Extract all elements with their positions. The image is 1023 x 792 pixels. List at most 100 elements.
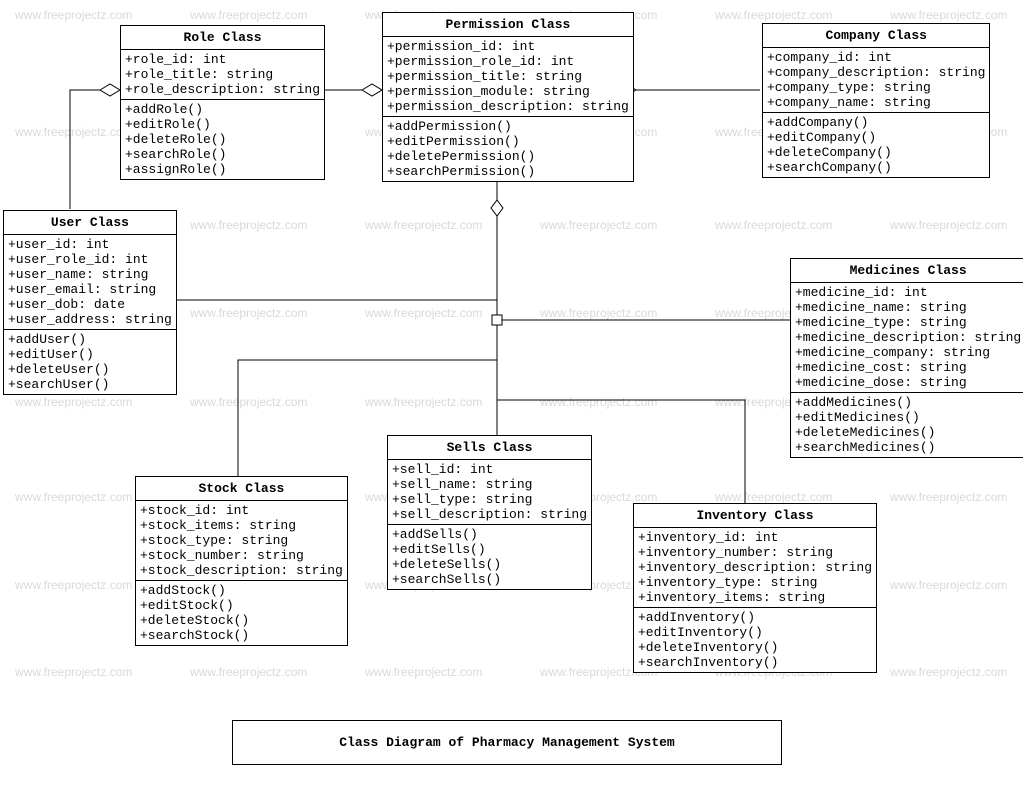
class-sells: Sells Class +sell_id: int +sell_name: st… [387, 435, 592, 590]
watermark-text: www.freeprojectz.com [890, 578, 1007, 592]
attr: +medicine_cost: string [795, 360, 1021, 375]
method: +deleteSells() [392, 557, 587, 572]
method: +searchPermission() [387, 164, 629, 179]
watermark-text: www.freeprojectz.com [715, 218, 832, 232]
attr: +permission_title: string [387, 69, 629, 84]
attrs: +company_id: int +company_description: s… [763, 48, 989, 113]
method: +deleteUser() [8, 362, 172, 377]
watermark-text: www.freeprojectz.com [190, 8, 307, 22]
attr: +stock_type: string [140, 533, 343, 548]
diagram-caption: Class Diagram of Pharmacy Management Sys… [232, 720, 782, 765]
attrs: +medicine_id: int +medicine_name: string… [791, 283, 1023, 393]
watermark-text: www.freeprojectz.com [15, 125, 132, 139]
watermark-text: www.freeprojectz.com [365, 306, 482, 320]
watermark-text: www.freeprojectz.com [190, 218, 307, 232]
attr: +medicine_company: string [795, 345, 1021, 360]
class-medicines: Medicines Class +medicine_id: int +medic… [790, 258, 1023, 458]
method: +addInventory() [638, 610, 872, 625]
class-title: Medicines Class [791, 259, 1023, 283]
method: +searchCompany() [767, 160, 985, 175]
attr: +sell_description: string [392, 507, 587, 522]
caption-text: Class Diagram of Pharmacy Management Sys… [339, 735, 674, 750]
attr: +inventory_id: int [638, 530, 872, 545]
attr: +user_role_id: int [8, 252, 172, 267]
methods: +addMedicines() +editMedicines() +delete… [791, 393, 1023, 457]
watermark-text: www.freeprojectz.com [540, 306, 657, 320]
methods: +addSells() +editSells() +deleteSells() … [388, 525, 591, 589]
method: +deleteRole() [125, 132, 320, 147]
watermark-text: www.freeprojectz.com [890, 8, 1007, 22]
method: +editInventory() [638, 625, 872, 640]
method: +addCompany() [767, 115, 985, 130]
method: +deleteMedicines() [795, 425, 1021, 440]
attrs: +stock_id: int +stock_items: string +sto… [136, 501, 347, 581]
watermark-text: www.freeprojectz.com [365, 218, 482, 232]
watermark-text: www.freeprojectz.com [15, 665, 132, 679]
watermark-text: www.freeprojectz.com [890, 665, 1007, 679]
attr: +role_description: string [125, 82, 320, 97]
method: +editStock() [140, 598, 343, 613]
attr: +company_name: string [767, 95, 985, 110]
method: +deletePermission() [387, 149, 629, 164]
class-stock: Stock Class +stock_id: int +stock_items:… [135, 476, 348, 646]
watermark-text: www.freeprojectz.com [540, 395, 657, 409]
watermark-text: www.freeprojectz.com [715, 490, 832, 504]
attr: +user_dob: date [8, 297, 172, 312]
watermark-text: www.freeprojectz.com [715, 8, 832, 22]
method: +deleteInventory() [638, 640, 872, 655]
method: +editMedicines() [795, 410, 1021, 425]
attr: +permission_role_id: int [387, 54, 629, 69]
method: +assignRole() [125, 162, 320, 177]
method: +editPermission() [387, 134, 629, 149]
methods: +addStock() +editStock() +deleteStock() … [136, 581, 347, 645]
method: +addStock() [140, 583, 343, 598]
attr: +medicine_type: string [795, 315, 1021, 330]
watermark-text: www.freeprojectz.com [190, 395, 307, 409]
method: +addUser() [8, 332, 172, 347]
attr: +inventory_items: string [638, 590, 872, 605]
class-role: Role Class +role_id: int +role_title: st… [120, 25, 325, 180]
method: +editCompany() [767, 130, 985, 145]
method: +searchSells() [392, 572, 587, 587]
attr: +stock_number: string [140, 548, 343, 563]
attr: +user_name: string [8, 267, 172, 282]
attrs: +role_id: int +role_title: string +role_… [121, 50, 324, 100]
attr: +medicine_id: int [795, 285, 1021, 300]
watermark-text: www.freeprojectz.com [540, 218, 657, 232]
methods: +addPermission() +editPermission() +dele… [383, 117, 633, 181]
method: +addPermission() [387, 119, 629, 134]
attr: +user_email: string [8, 282, 172, 297]
attrs: +user_id: int +user_role_id: int +user_n… [4, 235, 176, 330]
attr: +medicine_description: string [795, 330, 1021, 345]
class-company: Company Class +company_id: int +company_… [762, 23, 990, 178]
class-user: User Class +user_id: int +user_role_id: … [3, 210, 177, 395]
class-title: Company Class [763, 24, 989, 48]
class-title: Sells Class [388, 436, 591, 460]
attr: +user_address: string [8, 312, 172, 327]
attr: +inventory_type: string [638, 575, 872, 590]
watermark-text: www.freeprojectz.com [890, 490, 1007, 504]
attr: +sell_name: string [392, 477, 587, 492]
watermark-text: www.freeprojectz.com [890, 218, 1007, 232]
attr: +role_id: int [125, 52, 320, 67]
methods: +addInventory() +editInventory() +delete… [634, 608, 876, 672]
class-title: Role Class [121, 26, 324, 50]
method: +searchUser() [8, 377, 172, 392]
watermark-text: www.freeprojectz.com [190, 665, 307, 679]
attr: +sell_type: string [392, 492, 587, 507]
method: +deleteStock() [140, 613, 343, 628]
methods: +addRole() +editRole() +deleteRole() +se… [121, 100, 324, 179]
watermark-text: www.freeprojectz.com [365, 665, 482, 679]
method: +editRole() [125, 117, 320, 132]
methods: +addUser() +editUser() +deleteUser() +se… [4, 330, 176, 394]
attrs: +inventory_id: int +inventory_number: st… [634, 528, 876, 608]
class-title: Inventory Class [634, 504, 876, 528]
attr: +medicine_name: string [795, 300, 1021, 315]
attr: +inventory_description: string [638, 560, 872, 575]
attr: +company_id: int [767, 50, 985, 65]
method: +editUser() [8, 347, 172, 362]
method: +editSells() [392, 542, 587, 557]
attr: +medicine_dose: string [795, 375, 1021, 390]
attrs: +permission_id: int +permission_role_id:… [383, 37, 633, 117]
class-title: Stock Class [136, 477, 347, 501]
